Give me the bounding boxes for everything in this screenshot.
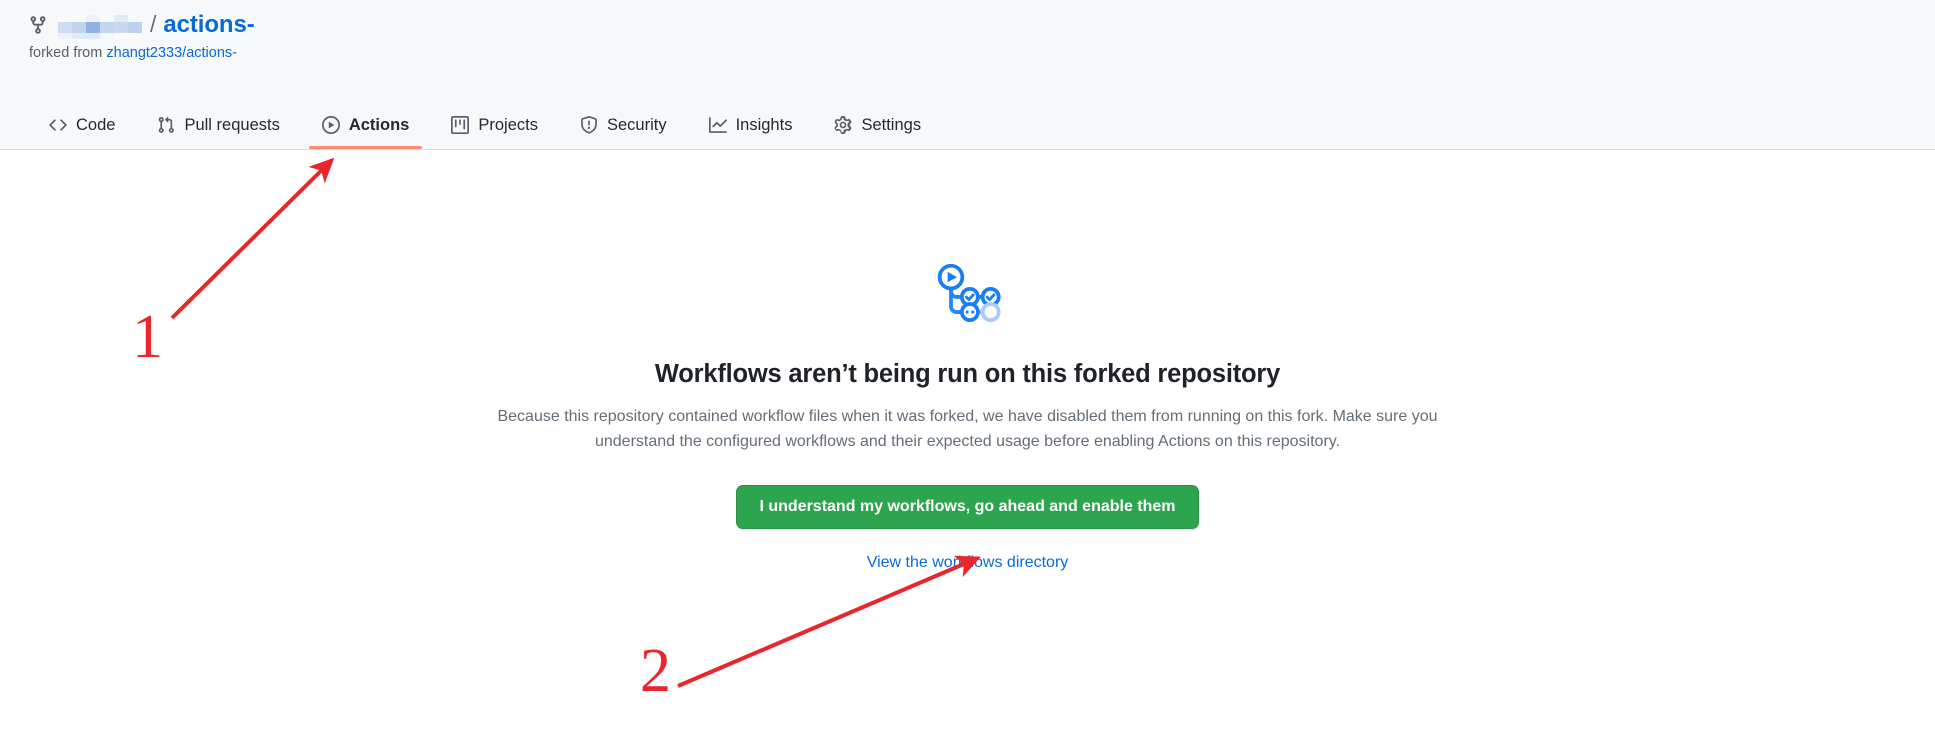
tab-projects[interactable]: Projects — [438, 116, 551, 149]
forked-from-label: forked from — [29, 45, 103, 61]
tab-actions-label: Actions — [348, 115, 410, 134]
blankslate-description: Because this repository contained workfl… — [497, 408, 1438, 450]
tab-pull-requests-label: Pull requests — [184, 115, 280, 134]
tab-settings-label: Settings — [861, 115, 922, 134]
view-workflows-directory-wrap: View the workflows directory — [448, 554, 1488, 572]
tab-security-label: Security — [606, 115, 667, 134]
parent-repo-link[interactable]: zhangt2333/actions- — [106, 45, 237, 61]
annotation-step-number-2: 2 — [640, 637, 671, 705]
repo-nav-tabs: Code Pull requests Actions Projects Secu — [0, 93, 950, 149]
shield-icon — [581, 116, 597, 134]
annotation-step-number-1: 1 — [132, 303, 163, 371]
view-workflows-directory-link[interactable]: View the workflows directory — [867, 554, 1069, 571]
tab-projects-label: Projects — [478, 115, 538, 134]
tab-code-label: Code — [76, 115, 116, 134]
tab-security[interactable]: Security — [567, 116, 680, 149]
actions-workflow-icon — [937, 263, 1001, 322]
tab-pull-requests[interactable]: Pull requests — [144, 116, 292, 149]
page-title: Workflows aren’t being run on this forke… — [654, 360, 1281, 388]
tab-code[interactable]: Code — [36, 116, 128, 149]
graph-icon — [708, 117, 727, 133]
code-icon — [49, 119, 67, 131]
repo-name-link[interactable]: actions- — [163, 13, 254, 37]
workflows-disabled-blankslate: Workflows aren’t being run on this forke… — [448, 262, 1488, 572]
project-board-icon — [451, 116, 470, 134]
blankslate-icon-wrap — [448, 262, 1488, 330]
play-circle-icon — [321, 116, 340, 134]
forked-from-line: forked from zhangt2333/actions- — [29, 43, 237, 63]
annotation-arrow-2 — [677, 555, 981, 688]
tab-actions[interactable]: Actions — [308, 115, 423, 149]
repo-header: / actions- forked from zhangt2333/action… — [0, 0, 1935, 150]
redacted-owner-name — [58, 15, 142, 39]
gear-icon — [835, 116, 852, 134]
repo-title: / actions- — [28, 8, 255, 42]
tab-insights[interactable]: Insights — [696, 116, 806, 149]
tab-settings[interactable]: Settings — [821, 116, 934, 149]
repo-forked-icon — [30, 16, 46, 34]
tab-insights-label: Insights — [735, 115, 793, 134]
enable-workflows-button[interactable]: I understand my workflows, go ahead and … — [736, 484, 1199, 529]
annotation-arrow-1 — [170, 157, 335, 320]
repo-path-separator: / — [150, 10, 157, 37]
git-pull-request-icon — [159, 116, 175, 133]
